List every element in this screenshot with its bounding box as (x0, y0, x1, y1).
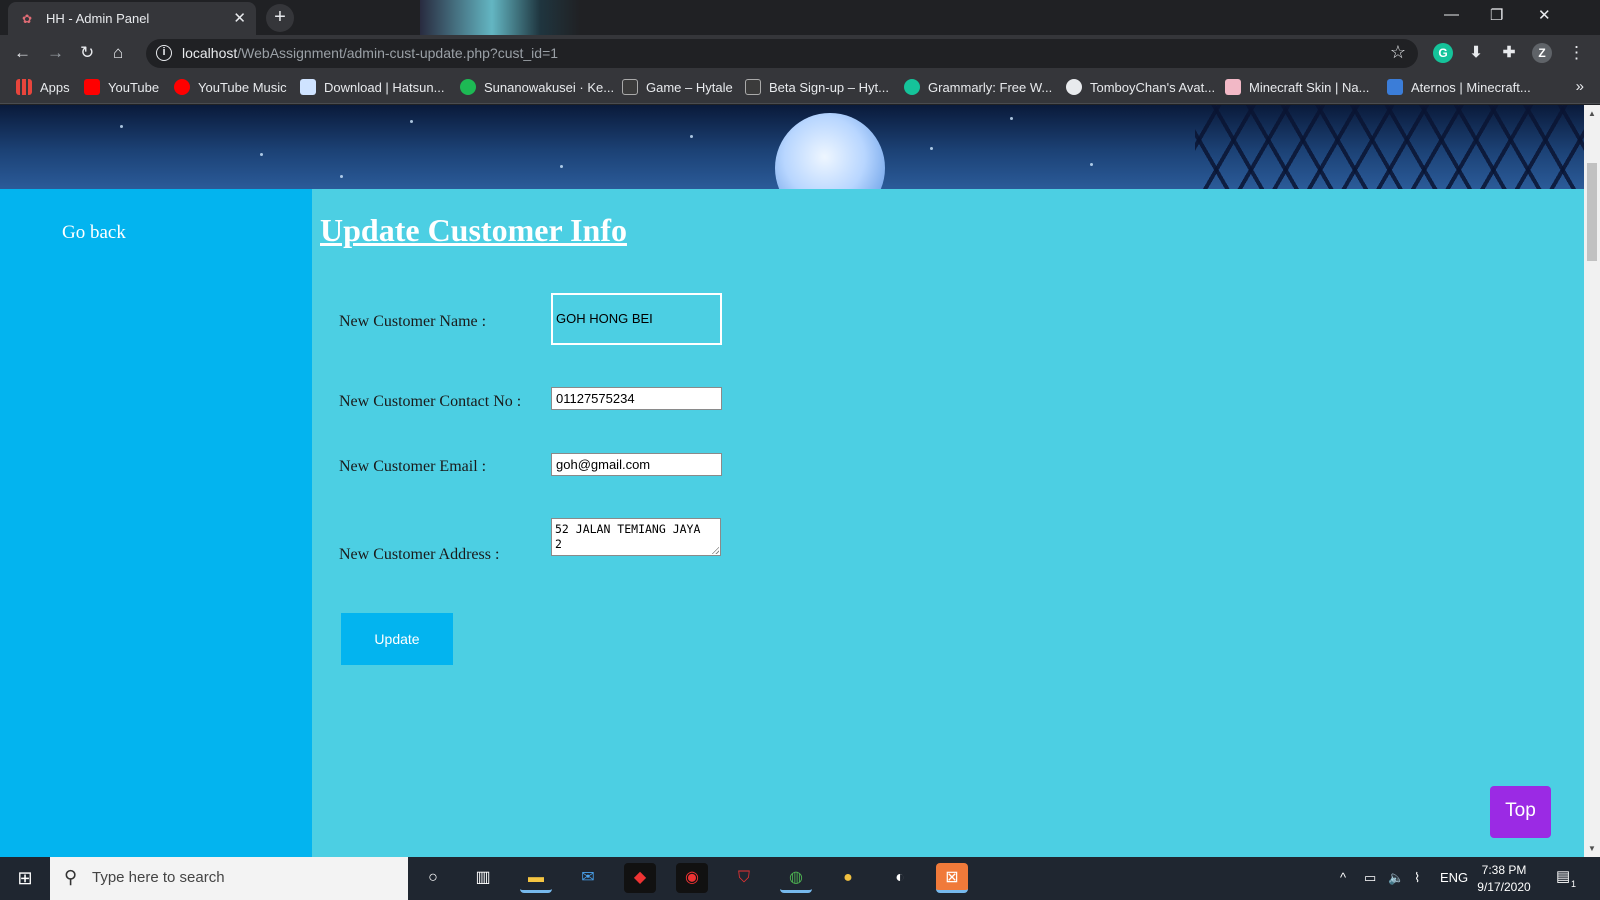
cortana-icon[interactable]: ○ (417, 863, 449, 893)
network-icon[interactable]: ⌇ (1414, 870, 1420, 886)
header-banner-image (0, 105, 1584, 189)
bookmark-star-icon[interactable]: ☆ (1390, 42, 1406, 63)
msi-shield-icon[interactable]: ⛉ (728, 863, 760, 893)
customer-address-textarea[interactable]: 52 JALAN TEMIANG JAYA 2 (551, 518, 721, 556)
bookmark-aternos[interactable]: Aternos | Minecraft... (1387, 79, 1531, 97)
taskbar-search-box[interactable]: ⚲ Type here to search (50, 857, 408, 900)
bookmark-beta-signup[interactable]: Beta Sign-up – Hyt... (745, 79, 889, 97)
bookmark-apps[interactable]: Apps (16, 79, 70, 97)
page-viewport: Go back Update Customer Info New Custome… (0, 105, 1584, 857)
more-bookmarks-icon[interactable]: » (1576, 78, 1584, 95)
theme-artwork (420, 0, 580, 35)
back-icon[interactable]: ← (14, 43, 31, 63)
browser-menu-icon[interactable]: ⋮ (1568, 43, 1585, 63)
download-extension-icon[interactable]: ⬇ (1466, 43, 1486, 63)
extensions-puzzle-icon[interactable]: ✚ (1499, 43, 1519, 63)
apps-grid-icon (16, 79, 32, 95)
moon-graphic (775, 113, 885, 189)
customer-contact-label: New Customer Contact No : (339, 393, 522, 410)
system-clock[interactable]: 7:38 PM 9/17/2020 (1464, 862, 1544, 896)
restore-icon[interactable]: ❐ (1490, 6, 1503, 24)
close-tab-icon[interactable]: ✕ (233, 9, 246, 27)
clock-date: 9/17/2020 (1477, 880, 1531, 894)
page-title: Update Customer Info (320, 212, 627, 248)
search-placeholder: Type here to search (92, 869, 225, 886)
resize-grip-icon[interactable] (711, 546, 719, 554)
bookmark-youtube-music[interactable]: YouTube Music (174, 79, 287, 97)
task-view-icon[interactable]: ▥ (467, 863, 499, 893)
msi-dragon-icon[interactable]: ◆ (624, 863, 656, 893)
windows-taskbar: ⊞ ⚲ Type here to search ○ ▥ ▬ ✉ ◆ ◉ ⛉ ◍ … (0, 857, 1600, 900)
minimize-icon[interactable]: — (1444, 6, 1459, 23)
customer-name-field[interactable]: GOH HONG BEI (551, 293, 722, 345)
spotify-icon (460, 79, 476, 95)
bookmark-minecraft-skin[interactable]: Minecraft Skin | Na... (1225, 79, 1369, 97)
minecraft-skin-icon (1225, 79, 1241, 95)
grammarly-icon (904, 79, 920, 95)
browser-tab[interactable]: ✿ HH - Admin Panel ✕ (8, 2, 256, 35)
aternos-icon (1387, 79, 1403, 95)
show-hidden-icons-icon[interactable]: ^ (1340, 870, 1346, 885)
bookmark-grammarly[interactable]: Grammarly: Free W... (904, 79, 1052, 97)
site-favicon-icon: ✿ (22, 12, 33, 26)
page-scrollbar[interactable]: ▲ ▼ (1584, 105, 1600, 857)
back-to-top-button[interactable]: Top (1490, 786, 1551, 838)
customer-name-label: New Customer Name : (339, 313, 487, 330)
url-text[interactable]: localhost/WebAssignment/admin-cust-updat… (182, 45, 558, 61)
volume-icon[interactable]: 🔈 (1388, 870, 1404, 886)
profile-avatar[interactable]: Z (1532, 43, 1552, 63)
page-icon (300, 79, 316, 95)
windows-start-icon[interactable]: ⊞ (0, 857, 50, 900)
bookmarks-bar: Apps YouTube YouTube Music Download | Ha… (0, 72, 1600, 104)
chrome-icon[interactable]: ◍ (780, 863, 812, 893)
new-tab-button[interactable]: + (266, 4, 294, 32)
scrollbar-thumb[interactable] (1587, 163, 1597, 261)
action-center-icon[interactable]: ▤ 1 (1556, 867, 1578, 889)
coin-app-icon[interactable]: ● (832, 863, 864, 893)
mail-icon[interactable]: ✉ (572, 863, 604, 893)
scroll-up-icon[interactable]: ▲ (1588, 109, 1596, 118)
browser-toolbar: ← → ↻ ⌂ i localhost/WebAssignment/admin-… (0, 35, 1600, 72)
osu-app-icon[interactable]: ◐ (884, 863, 916, 893)
address-line: 52 JALAN TEMIANG JAYA (555, 522, 701, 536)
customer-address-label: New Customer Address : (339, 546, 500, 563)
sidebar: Go back (0, 189, 312, 857)
tower-graphic (1195, 105, 1584, 189)
forward-icon[interactable]: → (47, 43, 64, 63)
main-content: Update Customer Info New Customer Name :… (312, 189, 1584, 857)
battery-icon[interactable]: ▭ (1364, 870, 1376, 886)
bookmark-sunanowakusei[interactable]: Sunanowakusei · Ke... (460, 79, 614, 97)
bookmark-youtube[interactable]: YouTube (84, 79, 159, 97)
reload-icon[interactable]: ↻ (80, 43, 94, 63)
go-back-link[interactable]: Go back (62, 222, 126, 244)
search-icon: ⚲ (64, 867, 78, 887)
address-line: 2 (555, 537, 562, 551)
bookmark-tomboychan[interactable]: TomboyChan's Avat... (1066, 79, 1215, 97)
bookmark-download-hatsun[interactable]: Download | Hatsun... (300, 79, 444, 97)
globe-icon (1066, 79, 1082, 95)
garena-icon[interactable]: ◉ (676, 863, 708, 893)
xampp-icon[interactable]: ⊠ (936, 863, 968, 893)
hytale-icon (622, 79, 638, 95)
file-explorer-icon[interactable]: ▬ (520, 863, 552, 893)
youtube-music-icon (174, 79, 190, 95)
grammarly-extension-icon[interactable]: G (1433, 43, 1453, 63)
update-button[interactable]: Update (341, 613, 453, 665)
site-info-icon[interactable]: i (156, 45, 172, 61)
customer-email-label: New Customer Email : (339, 458, 487, 475)
scroll-down-icon[interactable]: ▼ (1588, 844, 1596, 853)
clock-time: 7:38 PM (1481, 863, 1527, 877)
home-icon[interactable]: ⌂ (113, 43, 123, 63)
youtube-icon (84, 79, 100, 95)
tab-title: HH - Admin Panel (46, 11, 150, 26)
notification-count: 1 (1570, 879, 1576, 889)
customer-email-field[interactable]: goh@gmail.com (551, 453, 722, 476)
browser-tab-strip: ✿ HH - Admin Panel ✕ + — ❐ ✕ (0, 0, 1600, 35)
customer-contact-field[interactable]: 01127575234 (551, 387, 722, 410)
hytale-icon (745, 79, 761, 95)
close-window-icon[interactable]: ✕ (1538, 6, 1551, 24)
address-bar[interactable]: i localhost/WebAssignment/admin-cust-upd… (146, 39, 1418, 68)
bookmark-game-hytale[interactable]: Game – Hytale (622, 79, 733, 97)
